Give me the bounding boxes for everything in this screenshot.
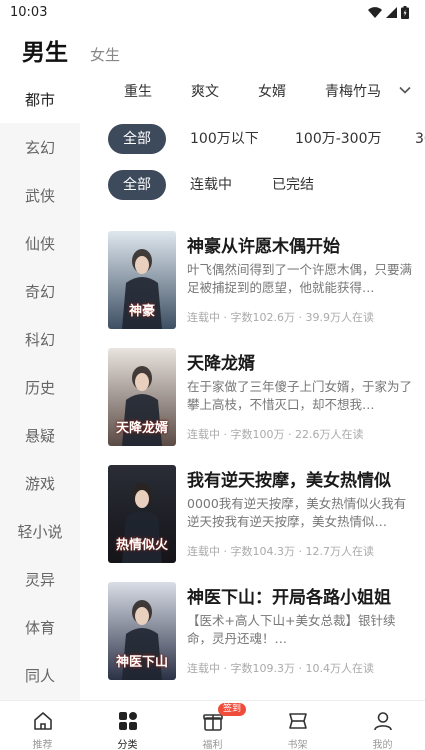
filter-chip[interactable]: 30 xyxy=(415,124,425,154)
book-description: 【医术+高人下山+美女总裁】银针续命，灵丹还魂！… xyxy=(187,613,396,646)
nav-label: 书架 xyxy=(287,740,308,750)
filter-chip[interactable]: 连载中 xyxy=(190,170,232,200)
filter-chip[interactable]: 已完结 xyxy=(272,170,314,200)
status-time: 10:03 xyxy=(10,4,48,20)
nav-welfare[interactable]: 签到 福利 xyxy=(170,701,255,750)
category-sidebar: 都市 玄幻 武侠 仙侠 奇幻 科幻 历史 悬疑 游戏 轻小说 灵异 体育 同人 xyxy=(0,75,80,700)
book-description: 在于家做了三年傻子上门女婿，于家为了攀上高枝，不惜灭口，却不想我… xyxy=(187,379,413,412)
book-cover-title: 天降龙婿 xyxy=(115,421,168,436)
book-cover-title: 热情似火 xyxy=(115,538,168,553)
nav-label: 福利 xyxy=(202,740,223,750)
book-cover[interactable]: 神豪 xyxy=(108,231,176,329)
wifi-icon xyxy=(368,6,382,18)
nav-bookshelf[interactable]: 书架 xyxy=(255,701,340,750)
book-item[interactable]: 神医下山 神医下山：开局各路小姐姐【医术+高人下山+美女总裁】银针续命，灵丹还魂！… xyxy=(108,582,418,680)
status-icons xyxy=(368,5,409,19)
sidebar-item[interactable]: 历史 xyxy=(0,363,80,411)
checkin-badge: 签到 xyxy=(218,703,247,716)
filter-chip[interactable]: 全部 xyxy=(108,124,166,154)
status-filter: 全部 连载中 已完结 xyxy=(80,170,425,200)
subcategory-item[interactable]: 爽文 xyxy=(191,81,219,101)
book-item[interactable]: 神豪 神豪从许愿木偶开始叶飞偶然间得到了一个许愿木偶，只要满足被捕捉到的愿望，他就… xyxy=(108,231,418,329)
book-title[interactable]: 神豪从许愿木偶开始 xyxy=(187,232,340,257)
nav-profile[interactable]: 我的 xyxy=(340,701,425,750)
sidebar-item[interactable]: 游戏 xyxy=(0,459,80,507)
book-item[interactable]: 天降龙婿 天降龙婿 在于家做了三年傻子上门女婿，于家为了攀上高枝，不惜灭口，却不想我… xyxy=(108,348,418,446)
bottom-nav: 推荐 分类 签到 福利 书架 我的 xyxy=(0,700,425,750)
book-description: 叶飞偶然间得到了一个许愿木偶，只要满足被捕捉到的愿望，他就能获得… xyxy=(187,262,413,295)
book-title[interactable]: 神医下山：开局各路小姐姐 xyxy=(187,583,391,608)
book-title[interactable]: 我有逆天按摩，美女热情似 xyxy=(187,466,391,491)
bookshelf-icon xyxy=(288,713,307,729)
book-cover-title: 神豪 xyxy=(128,304,155,319)
sidebar-item[interactable]: 奇幻 xyxy=(0,267,80,315)
book-meta: 连载中 · 字数102.6万 · 39.9万人在读 xyxy=(187,311,374,324)
sidebar-item[interactable]: 武侠 xyxy=(0,171,80,219)
filter-chip[interactable]: 100万-300万 xyxy=(295,124,382,154)
chevron-down-icon[interactable] xyxy=(399,86,411,94)
profile-icon xyxy=(373,712,392,731)
signal-icon xyxy=(386,6,397,18)
book-meta: 连载中 · 字数100万 · 22.6万人在读 xyxy=(187,428,364,441)
nav-category[interactable]: 分类 xyxy=(85,701,170,750)
sidebar-item[interactable]: 体育 xyxy=(0,603,80,651)
sidebar-item[interactable]: 轻小说 xyxy=(0,507,80,555)
book-cover[interactable]: 神医下山 xyxy=(108,582,176,680)
battery-icon xyxy=(401,5,409,19)
book-meta: 连载中 · 字数104.3万 · 12.7万人在读 xyxy=(187,545,374,558)
book-meta: 连载中 · 字数109.3万 · 10.4万人在读 xyxy=(187,662,374,675)
book-cover-title: 神医下山 xyxy=(115,655,168,670)
status-bar: 10:03 xyxy=(0,0,425,24)
book-cover[interactable]: 天降龙婿 xyxy=(108,348,176,446)
filter-chip[interactable]: 全部 xyxy=(108,170,166,200)
subcategory-row: 重生 爽文 女婿 青梅竹马 xyxy=(80,75,425,107)
sidebar-item[interactable]: 玄幻 xyxy=(0,123,80,171)
gender-tabs: 男生 女生 xyxy=(22,34,120,68)
sidebar-item[interactable]: 仙侠 xyxy=(0,219,80,267)
tab-female[interactable]: 女生 xyxy=(90,42,120,68)
word-count-filter: 全部 100万以下 100万-300万 30 xyxy=(80,124,425,154)
subcategory-item[interactable]: 重生 xyxy=(124,81,152,101)
sidebar-item[interactable]: 同人 xyxy=(0,651,80,699)
category-icon xyxy=(118,712,137,730)
home-icon xyxy=(33,712,52,730)
filter-chip[interactable]: 100万以下 xyxy=(190,124,259,154)
nav-recommend[interactable]: 推荐 xyxy=(0,701,85,750)
sidebar-item[interactable]: 都市 xyxy=(0,75,80,123)
book-title[interactable]: 天降龙婿 xyxy=(187,349,255,374)
sidebar-item[interactable]: 悬疑 xyxy=(0,411,80,459)
nav-label: 我的 xyxy=(372,740,393,750)
category-content: 重生 爽文 女婿 青梅竹马 全部 100万以下 100万-300万 30 全部 … xyxy=(80,75,425,700)
tab-male[interactable]: 男生 xyxy=(22,38,68,68)
sidebar-item[interactable]: 灵异 xyxy=(0,555,80,603)
subcategory-item[interactable]: 女婿 xyxy=(258,81,286,101)
nav-label: 分类 xyxy=(117,740,138,750)
book-cover[interactable]: 热情似火 xyxy=(108,465,176,563)
subcategory-item[interactable]: 青梅竹马 xyxy=(325,81,381,101)
sidebar-item[interactable]: 科幻 xyxy=(0,315,80,363)
book-item[interactable]: 热情似火 我有逆天按摩，美女热情似 0000我有逆天按摩，美女热情似火我有逆天按我有… xyxy=(108,465,418,563)
book-description: 0000我有逆天按摩，美女热情似火我有逆天按我有逆天按摩，美女热情似… xyxy=(187,496,407,529)
nav-label: 推荐 xyxy=(32,740,53,750)
